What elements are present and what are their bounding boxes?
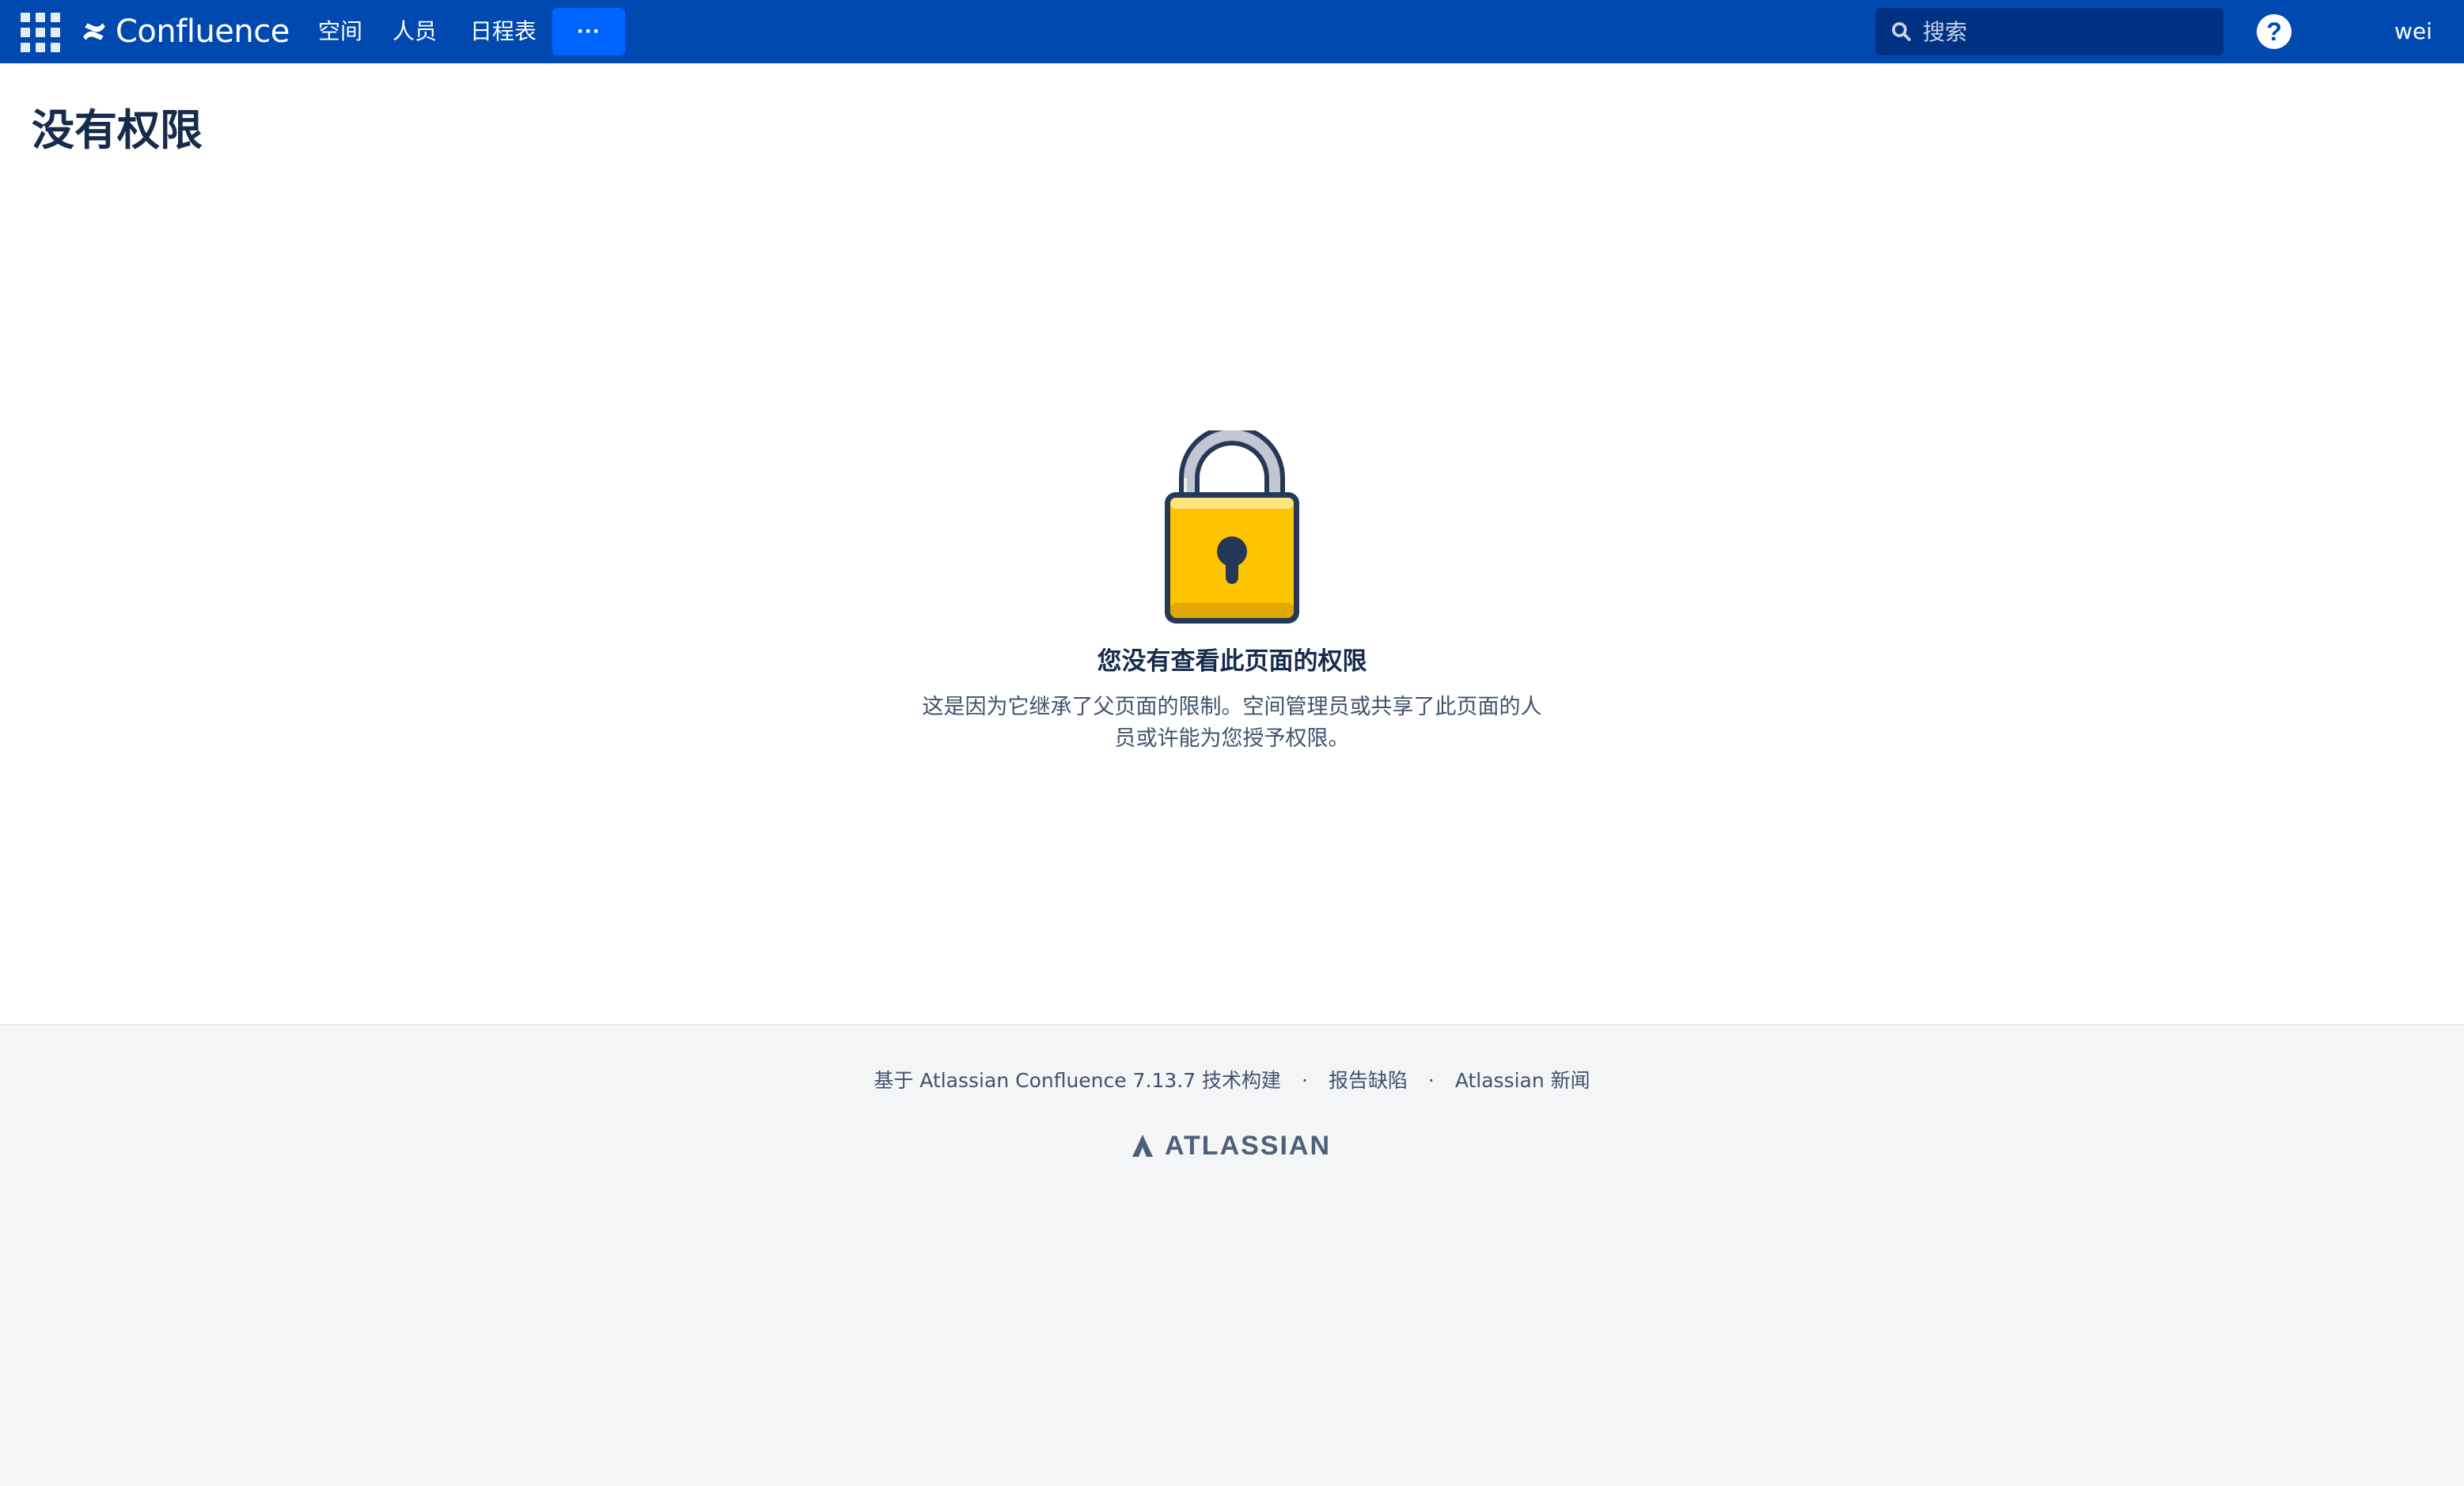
footer-separator: · [1302,1069,1308,1092]
search-input[interactable] [1923,12,2208,51]
nav-calendars[interactable]: 日程表 [470,16,536,47]
help-icon[interactable]: ? [2257,14,2292,49]
nav-people[interactable]: 人员 [392,16,437,47]
atlassian-logo-icon [1132,1135,1153,1157]
confluence-logo-icon [83,23,105,40]
permission-message-body: 这是因为它继承了父页面的限制。空间管理员或共享了此页面的人员或许能为您授予权限。 [922,695,1542,751]
padlock-icon [1165,430,1299,624]
user-menu[interactable]: wei [2394,16,2432,47]
more-button[interactable]: ··· [552,8,625,55]
atlassian-logo-text: ATLASSIAN [1165,1130,1332,1161]
confluence-logo[interactable]: Confluence [81,11,290,52]
footer: 基于 Atlassian Confluence 7.13.7 技术构建 · 报告… [0,1024,2464,1486]
search-icon [1892,22,1911,41]
report-bug-link[interactable]: 报告缺陷 [1329,1069,1408,1092]
top-navigation-bar: Confluence 空间 人员 日程表 ··· ? wei [0,0,2464,63]
search-box[interactable] [1875,8,2223,55]
footer-separator: · [1427,1069,1435,1092]
atlassian-logo[interactable]: ATLASSIAN [1130,1130,1331,1162]
app-switcher-icon[interactable] [21,13,60,52]
page-title: 没有权限 [32,105,203,155]
atlassian-news-link[interactable]: Atlassian 新闻 [1455,1069,1590,1092]
nav-spaces[interactable]: 空间 [318,16,362,47]
powered-by-link[interactable]: 基于 Atlassian Confluence 7.13.7 技术构建 [874,1069,1281,1092]
permission-message-title: 您没有查看此页面的权限 [1097,647,1367,676]
logo-text: Confluence [116,13,290,50]
footer-links: 基于 Atlassian Confluence 7.13.7 技术构建 · 报告… [0,1065,2464,1094]
